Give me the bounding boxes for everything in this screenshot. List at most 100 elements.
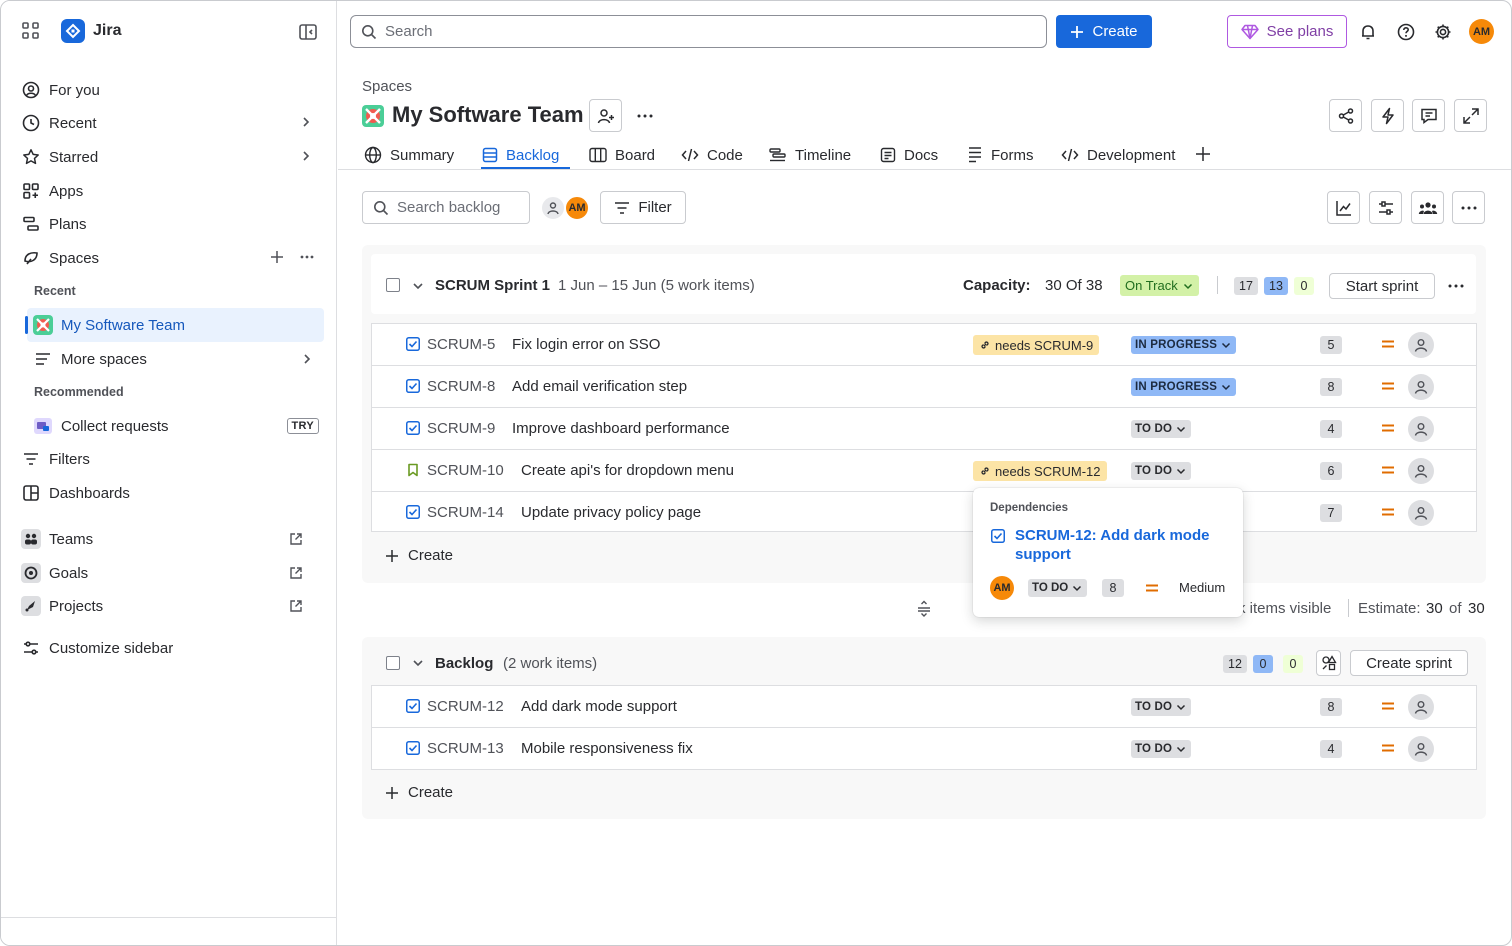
table-row[interactable]: SCRUM-10 Create api's for dropdown menu … — [372, 450, 1476, 492]
story-points[interactable]: 4 — [1320, 740, 1342, 758]
status-dropdown[interactable]: TO DO — [1131, 698, 1192, 716]
status-dropdown[interactable]: TO DO — [1131, 420, 1192, 438]
automation-button[interactable] — [1371, 99, 1404, 132]
assignee-avatar[interactable]: AM — [990, 576, 1014, 600]
user-avatar-filter[interactable]: AM — [564, 195, 590, 221]
issue-summary[interactable]: Add email verification step — [512, 378, 687, 395]
share-button[interactable] — [1329, 99, 1362, 132]
add-tab-icon[interactable] — [1194, 145, 1212, 163]
dependency-link[interactable]: SCRUM-12: Add dark mode support — [1015, 526, 1230, 564]
sidebar-item-projects[interactable]: Projects — [19, 590, 325, 622]
dependency-lozenge[interactable]: needs SCRUM-12 — [973, 461, 1107, 481]
more-icon[interactable] — [299, 249, 315, 265]
external-link-icon[interactable] — [289, 599, 303, 613]
story-points[interactable]: 6 — [1320, 462, 1342, 480]
more-options-button[interactable] — [1452, 191, 1485, 224]
story-points[interactable]: 8 — [1320, 698, 1342, 716]
issue-key[interactable]: SCRUM-9 — [427, 420, 495, 437]
resize-handle-icon[interactable] — [915, 599, 933, 617]
filter-button[interactable]: Filter — [600, 191, 686, 224]
sprint-checkbox[interactable] — [386, 278, 400, 292]
issue-summary[interactable]: Update privacy policy page — [521, 504, 701, 521]
table-row[interactable]: SCRUM-5 Fix login error on SSO needs SCR… — [372, 324, 1476, 366]
on-track-dropdown[interactable]: On Track — [1120, 275, 1199, 296]
issue-key[interactable]: SCRUM-10 — [427, 462, 504, 479]
status-dropdown[interactable]: TO DO — [1131, 462, 1192, 480]
issue-summary[interactable]: Fix login error on SSO — [512, 336, 660, 353]
start-sprint-button[interactable]: Start sprint — [1329, 273, 1435, 299]
issue-key[interactable]: SCRUM-12 — [427, 698, 504, 715]
story-points[interactable]: 5 — [1320, 336, 1342, 354]
sidebar-item-filters[interactable]: Filters — [19, 443, 325, 475]
view-settings-button[interactable] — [1369, 191, 1402, 224]
assignee-avatar[interactable] — [1408, 332, 1434, 358]
insights-button[interactable] — [1327, 191, 1360, 224]
table-row[interactable]: SCRUM-9 Improve dashboard performance TO… — [372, 408, 1476, 450]
status-dropdown[interactable]: IN PROGRESS — [1131, 378, 1237, 396]
tab-summary[interactable]: Summary — [364, 141, 454, 169]
issue-summary[interactable]: Improve dashboard performance — [512, 420, 730, 437]
assign-shapes-button[interactable] — [1316, 650, 1341, 676]
sidebar-item-spaces[interactable]: Spaces — [19, 242, 325, 274]
chevron-right-icon[interactable] — [300, 352, 314, 366]
chevron-down-icon[interactable] — [411, 279, 425, 293]
chevron-right-icon[interactable] — [299, 115, 313, 129]
tab-board[interactable]: Board — [589, 141, 655, 169]
tab-development[interactable]: Development — [1061, 141, 1175, 169]
fullscreen-button[interactable] — [1454, 99, 1487, 132]
tab-docs[interactable]: Docs — [880, 141, 938, 169]
sidebar-item-dashboards[interactable]: Dashboards — [19, 477, 325, 509]
unassigned-avatar-filter[interactable] — [540, 195, 566, 221]
tab-timeline[interactable]: Timeline — [769, 141, 851, 169]
sidebar-item-apps[interactable]: Apps — [19, 175, 325, 207]
chevron-right-icon[interactable] — [299, 149, 313, 163]
assignee-avatar[interactable] — [1408, 500, 1434, 526]
see-plans-button[interactable]: See plans — [1227, 15, 1347, 48]
sidebar-item-starred[interactable]: Starred — [19, 141, 325, 173]
sidebar-item-recent[interactable]: Recent — [19, 107, 325, 139]
dependency-lozenge[interactable]: needs SCRUM-9 — [973, 335, 1100, 355]
search-input[interactable]: Search — [350, 15, 1047, 48]
status-dropdown[interactable]: TO DO — [1028, 579, 1088, 597]
notifications-bell-icon[interactable] — [1356, 20, 1380, 44]
sidebar-item-my-software-team[interactable]: My Software Team — [25, 308, 324, 342]
issue-key[interactable]: SCRUM-14 — [427, 504, 504, 521]
story-points[interactable]: 4 — [1320, 420, 1342, 438]
add-space-icon[interactable] — [269, 249, 285, 265]
sprint-more-icon[interactable] — [1447, 277, 1465, 295]
sidebar-item-more-spaces[interactable]: More spaces — [27, 342, 324, 376]
table-row[interactable]: SCRUM-8 Add email verification step IN P… — [372, 366, 1476, 408]
issue-summary[interactable]: Mobile responsiveness fix — [521, 740, 693, 757]
feedback-button[interactable] — [1412, 99, 1445, 132]
sidebar-item-for-you[interactable]: For you — [19, 74, 325, 106]
create-issue-button[interactable]: Create — [384, 784, 453, 801]
assignee-avatar[interactable] — [1408, 458, 1434, 484]
jira-logo-icon[interactable] — [61, 19, 85, 43]
breadcrumb[interactable]: Spaces — [362, 78, 412, 95]
table-row[interactable]: SCRUM-12 Add dark mode support TO DO 8 — [372, 686, 1476, 728]
sidebar-item-plans[interactable]: Plans — [19, 208, 325, 240]
sidebar-item-customize[interactable]: Customize sidebar — [19, 632, 325, 664]
backlog-checkbox[interactable] — [386, 656, 400, 670]
tab-backlog[interactable]: Backlog — [482, 141, 559, 169]
sidebar-item-teams[interactable]: Teams — [19, 523, 325, 555]
sidebar-item-goals[interactable]: Goals — [19, 557, 325, 589]
story-points[interactable]: 7 — [1320, 504, 1342, 522]
table-row[interactable]: SCRUM-14 Update privacy policy page 7 — [372, 492, 1476, 534]
create-button[interactable]: Create — [1056, 15, 1152, 48]
create-issue-button[interactable]: Create — [384, 547, 453, 564]
status-dropdown[interactable]: TO DO — [1131, 740, 1192, 758]
sidebar-item-collect-requests[interactable]: Collect requests TRY — [27, 409, 324, 443]
chevron-down-icon[interactable] — [411, 656, 425, 670]
story-points[interactable]: 8 — [1320, 378, 1342, 396]
settings-gear-icon[interactable] — [1431, 20, 1455, 44]
tab-forms[interactable]: Forms — [967, 141, 1034, 169]
backlog-search-input[interactable]: Search backlog — [362, 191, 530, 224]
external-link-icon[interactable] — [289, 532, 303, 546]
help-icon[interactable] — [1394, 20, 1418, 44]
external-link-icon[interactable] — [289, 566, 303, 580]
issue-summary[interactable]: Add dark mode support — [521, 698, 677, 715]
issue-summary[interactable]: Create api's for dropdown menu — [521, 462, 734, 479]
collapse-sidebar-icon[interactable] — [297, 21, 319, 43]
more-actions-icon[interactable] — [636, 107, 654, 125]
